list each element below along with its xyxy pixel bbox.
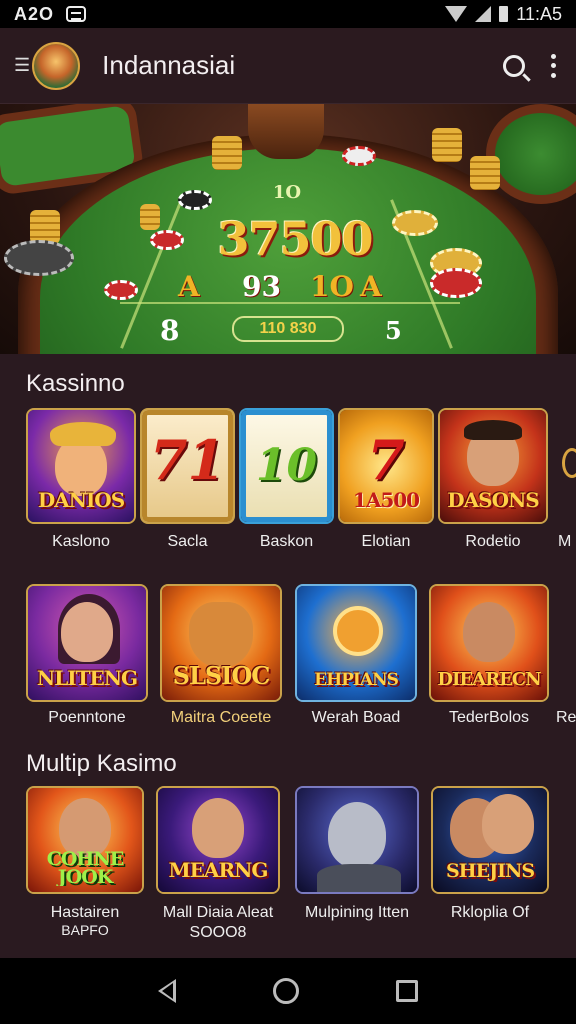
game-tile[interactable]: 10 <box>239 408 334 524</box>
wifi-icon <box>445 6 468 22</box>
game-tile[interactable]: 7 1A500 <box>338 408 434 524</box>
game-tile-big: 10 <box>255 440 318 491</box>
game-tile[interactable]: DIEARECN <box>429 584 549 702</box>
game-label[interactable]: TederBolos <box>429 709 549 727</box>
hero-right-number: 5 <box>385 316 402 345</box>
game-tile[interactable]: SHEJINS <box>431 786 549 894</box>
game-tile[interactable] <box>295 786 419 894</box>
hero-row-value: 93 <box>242 270 281 303</box>
game-label[interactable]: Sacla <box>140 533 235 551</box>
signal-icon <box>475 6 492 22</box>
side-table-right <box>486 104 576 204</box>
game-tile-banner: COHNE JOOK <box>46 850 124 886</box>
hero-bottom-pill: 110 830 <box>232 316 344 342</box>
game-label[interactable]: Poenntone <box>26 709 148 727</box>
game-tile-banner: DASONS <box>447 488 539 512</box>
chip-stack <box>140 204 160 230</box>
game-tile-banner: DIEARECN <box>437 669 541 690</box>
game-tile-banner: 1A500 <box>352 488 420 512</box>
game-label[interactable]: Werah Boad <box>295 709 417 727</box>
more-vert-icon[interactable] <box>551 53 556 78</box>
game-label[interactable]: Baskon <box>239 533 334 551</box>
game-label[interactable]: Kaslono <box>26 533 136 551</box>
game-label[interactable]: Rkloplia Of <box>431 904 549 922</box>
game-label[interactable]: Hastairen <box>26 904 144 922</box>
poker-chip <box>430 268 482 298</box>
game-tile-banner: DANIOS <box>37 488 125 512</box>
table-center-post <box>248 104 324 159</box>
back-arrow-icon[interactable]: ☰ <box>14 55 30 76</box>
game-tile-banner: SLSIOC <box>172 661 271 690</box>
game-label[interactable]: Rodetio <box>438 533 548 551</box>
battery-icon <box>499 6 509 22</box>
poker-chip <box>178 190 212 210</box>
game-label-partial[interactable]: M <box>558 533 571 551</box>
nav-home-icon[interactable] <box>272 978 299 1004</box>
chip-stack <box>432 128 462 162</box>
system-nav-bar <box>0 958 576 1024</box>
hero-row-value: 1O <box>310 270 354 303</box>
game-tile-banner: NLITENG <box>36 666 138 690</box>
hero-row-value: A <box>360 270 382 303</box>
game-tile-banner: EHPIANS <box>314 670 399 690</box>
game-label-partial[interactable]: Re <box>556 709 576 727</box>
game-tile-banner: SHEJINS <box>445 860 535 882</box>
search-icon[interactable] <box>503 54 525 77</box>
hero-banner[interactable]: 1O 37500 A 93 1O A 110 830 8 5 <box>0 104 576 354</box>
notification-icon <box>66 6 87 22</box>
game-label[interactable]: Mulpining Itten <box>290 904 424 922</box>
game-tile[interactable]: NLITENG <box>26 584 148 702</box>
game-tile-big: 71 <box>149 428 226 492</box>
game-tile[interactable]: 71 <box>140 408 235 524</box>
hero-top-value: 1O <box>272 182 302 203</box>
game-tile[interactable]: DASONS <box>438 408 548 524</box>
app-bar: ☰ Indannasiai <box>0 28 576 104</box>
game-label-sub: BAPFO <box>61 922 109 938</box>
chip-stack <box>470 156 500 190</box>
nav-recents-icon[interactable] <box>395 980 418 1002</box>
game-tile-big: 7 <box>367 428 405 492</box>
game-tile[interactable]: EHPIANS <box>295 584 417 702</box>
chip-stack <box>30 210 60 244</box>
game-label[interactable]: Maitra Coeete <box>160 709 282 727</box>
section-title-multip-kasimo: Multip Kasimo <box>26 750 177 777</box>
hero-jackpot-value: 37500 <box>217 212 373 266</box>
game-tile[interactable]: DANIOS <box>26 408 136 524</box>
hero-left-number: 8 <box>160 314 180 347</box>
roulette-wheel <box>4 240 74 276</box>
game-tile-banner: MEARNG <box>168 858 269 882</box>
game-label[interactable]: Mall Diaia Aleat <box>152 904 284 922</box>
poker-chip <box>392 210 438 236</box>
poker-chip <box>342 146 376 166</box>
chip-stack <box>212 136 242 170</box>
poker-chip <box>150 230 184 250</box>
status-time-left: A2O <box>14 3 55 24</box>
game-label-sub: SOOO8 <box>189 924 247 941</box>
game-label[interactable]: Elotian <box>338 533 434 551</box>
hero-row-value: A <box>178 270 200 303</box>
game-tile[interactable]: SLSIOC <box>160 584 282 702</box>
avatar[interactable] <box>32 41 81 90</box>
game-tile[interactable]: COHNE JOOK <box>26 786 144 894</box>
status-bar: A2O 11:A5 <box>0 0 576 28</box>
section-title-kassinno: Kassinno <box>26 370 125 397</box>
app-title: Indannasiai <box>102 50 236 80</box>
nav-back-icon[interactable] <box>158 979 177 1003</box>
game-tile[interactable]: MEARNG <box>156 786 280 894</box>
poker-chip <box>104 280 138 300</box>
status-clock: 11:A5 <box>516 3 562 24</box>
